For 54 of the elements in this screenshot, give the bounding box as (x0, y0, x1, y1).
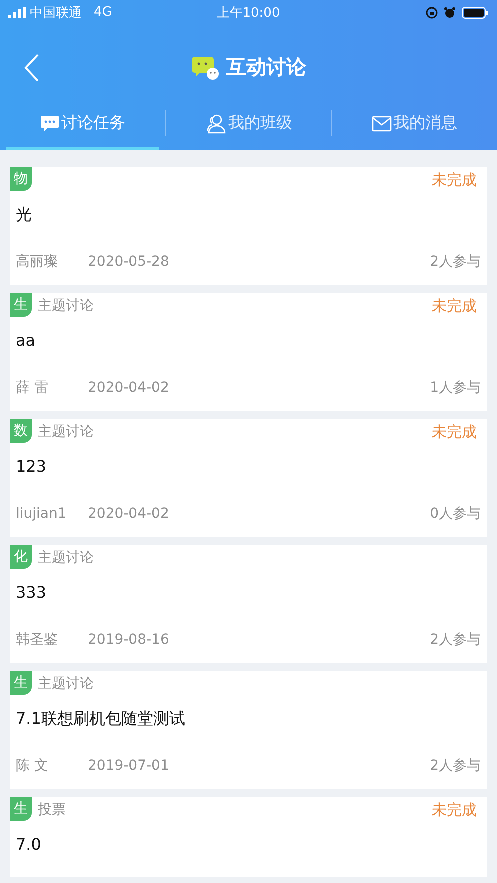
post-date: 2020-05-28 (88, 254, 170, 270)
post-date: 2019-08-16 (88, 632, 170, 648)
rotation-lock-icon (426, 6, 438, 18)
page-title: 互动讨论 (226, 54, 306, 81)
participant-count: 2人参与 (430, 631, 481, 649)
topic-card[interactable]: 生 投票 未完成 7.0 (10, 797, 487, 877)
status-label: 未完成 (432, 422, 477, 442)
subject-tag: 物 (10, 167, 32, 191)
carrier-name: 中国联通 (30, 4, 82, 22)
topic-title: aa (16, 331, 36, 350)
author-name: 韩圣鉴 (16, 632, 58, 648)
author-name: 陈 文 (16, 758, 48, 774)
battery-icon (462, 6, 489, 18)
topic-title: 7.0 (16, 835, 42, 854)
topic-type: 主题讨论 (38, 298, 94, 314)
network-type: 4G (94, 5, 112, 20)
mail-icon (372, 116, 392, 132)
participant-count: 0人参与 (430, 505, 481, 523)
topic-title: 光 (16, 205, 32, 224)
clock-time: 上午10:00 (216, 4, 280, 22)
author-name: 薛 雷 (16, 380, 48, 396)
topic-card[interactable]: 生 主题讨论 7.1联想刷机包随堂测试 陈 文 2019-07-01 2人参与 (10, 671, 487, 789)
topic-title: 123 (16, 457, 47, 476)
chat-bubble-icon (40, 114, 60, 132)
author-name: liujian1 (16, 506, 67, 522)
topic-card[interactable]: 物 未完成 光 高丽璨 2020-05-28 2人参与 (10, 167, 487, 285)
chat-faces-icon (190, 54, 220, 80)
people-icon (204, 114, 226, 134)
topic-title: 333 (16, 583, 47, 602)
subject-tag: 化 (10, 545, 32, 569)
topic-card[interactable]: 化 主题讨论 333 韩圣鉴 2019-08-16 2人参与 (10, 545, 487, 663)
participant-count: 2人参与 (430, 253, 481, 271)
topic-card[interactable]: 数 主题讨论 未完成 123 liujian1 2020-04-02 0人参与 (10, 419, 487, 537)
status-label: 未完成 (432, 170, 477, 190)
author-name: 高丽璨 (16, 254, 58, 270)
participant-count: 2人参与 (430, 757, 481, 775)
topic-card[interactable]: 生 主题讨论 未完成 aa 薛 雷 2020-04-02 1人参与 (10, 293, 487, 411)
alarm-icon (444, 6, 456, 18)
topic-type: 主题讨论 (38, 424, 94, 440)
subject-tag: 生 (10, 293, 32, 317)
post-date: 2020-04-02 (88, 380, 170, 396)
status-label: 未完成 (432, 296, 477, 316)
subject-tag: 数 (10, 419, 32, 443)
topic-type: 主题讨论 (38, 676, 94, 692)
status-label: 未完成 (432, 800, 477, 820)
subject-tag: 生 (10, 797, 32, 821)
topic-type: 主题讨论 (38, 550, 94, 566)
topic-type: 投票 (38, 802, 66, 818)
signal-icon (8, 7, 26, 18)
post-date: 2019-07-01 (88, 758, 170, 774)
subject-tag: 生 (10, 671, 32, 695)
participant-count: 1人参与 (430, 379, 481, 397)
post-date: 2020-04-02 (88, 506, 170, 522)
topic-title: 7.1联想刷机包随堂测试 (16, 709, 186, 728)
